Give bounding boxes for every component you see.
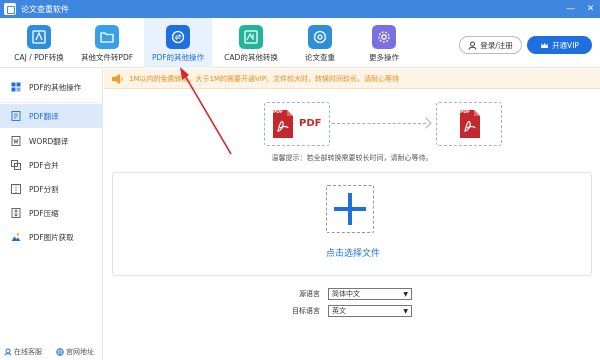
close-icon[interactable]: ✕ xyxy=(585,4,596,15)
source-doc-box: PDF PDF xyxy=(264,102,330,146)
sidebar-item-pdf-split[interactable]: PDF分割 xyxy=(0,177,103,201)
target-language-row: 目标语言 英文 ▼ xyxy=(282,305,412,317)
target-doc-box: PDF xyxy=(436,102,502,146)
tool-cad-convert[interactable]: CAD的其他转换 xyxy=(218,18,284,68)
sidebar-item-pdf-translate[interactable]: PDF翻译 xyxy=(0,104,103,128)
sidebar-footer: 在线客服 官网地址 xyxy=(4,347,94,357)
plus-icon xyxy=(334,193,366,225)
target-language-label: 目标语言 xyxy=(292,307,320,315)
sidebar-item-word-translate[interactable]: WORD翻译 xyxy=(0,129,103,153)
add-file-button[interactable] xyxy=(326,185,374,233)
notice-bar: 1M以内的免费转换，大于1M的需要开通VIP。文件较大时，转换时间较长，请耐心等… xyxy=(104,69,600,89)
flow-line xyxy=(332,123,426,124)
dropdown-arrow-icon: ▼ xyxy=(403,307,408,315)
crown-icon xyxy=(541,42,549,48)
cad-icon xyxy=(239,25,263,49)
tool-file-to-pdf[interactable]: 其他文件转PDF xyxy=(76,18,138,68)
compress-icon xyxy=(11,208,21,218)
tool-more[interactable]: 更多操作 xyxy=(358,18,410,68)
pdf-file-badge: PDF xyxy=(460,110,471,115)
at-icon xyxy=(308,25,332,49)
headset-icon xyxy=(4,348,12,356)
login-button[interactable]: 登录/注册 xyxy=(459,36,522,54)
website-link[interactable]: 官网地址 xyxy=(56,347,94,357)
dropdown-arrow-icon: ▼ xyxy=(403,290,408,298)
sidebar-header: PDF的其他操作 xyxy=(0,75,103,99)
app-title: 论文查重软件 xyxy=(21,4,69,14)
file-drop-zone[interactable]: 点击选择文件 xyxy=(112,172,592,276)
pdf-refresh-icon xyxy=(166,25,190,49)
pdf-word-label: PDF xyxy=(299,118,322,129)
gear-icon xyxy=(372,25,396,49)
tool-paper-check[interactable]: 论文查重 xyxy=(290,18,350,68)
pdf-caj-icon xyxy=(27,25,51,49)
sidebar-item-pdf-merge[interactable]: PDF合并 xyxy=(0,153,103,177)
pdf-translate-icon xyxy=(11,111,21,121)
merge-icon xyxy=(11,160,21,170)
sidebar-divider xyxy=(0,102,103,103)
vip-button[interactable]: 开通VIP xyxy=(527,36,592,54)
notice-text: 1M以内的免费转换，大于1M的需要开通VIP。文件较大时，转换时间较长，请耐心等… xyxy=(129,74,400,83)
app-logo-icon xyxy=(4,3,16,15)
main-toolbar: CAJ / PDF转换 其他文件转PDF PDF的其他操作 CAD的其他转换 论… xyxy=(0,18,600,68)
sidebar-item-pdf-compress[interactable]: PDF压缩 xyxy=(0,201,103,225)
tip-text: 温馨提示：若全部转换需要较长时间，请耐心等待。 xyxy=(271,154,433,162)
title-bar: 论文查重软件 — ✕ xyxy=(0,0,600,18)
flow-arrow-icon xyxy=(420,117,432,129)
target-language-select[interactable]: 英文 ▼ xyxy=(328,305,412,317)
grid-icon xyxy=(11,82,21,92)
pdf-file-badge: PDF xyxy=(273,110,284,115)
source-language-row: 源语言 简体中文 ▼ xyxy=(282,288,412,300)
folder-icon xyxy=(95,25,119,49)
tool-caj-pdf[interactable]: CAJ / PDF转换 xyxy=(8,18,70,68)
image-icon xyxy=(11,232,21,242)
megaphone-icon xyxy=(112,73,123,84)
source-language-label: 源语言 xyxy=(299,290,320,298)
tool-pdf-other[interactable]: PDF的其他操作 xyxy=(144,18,212,68)
select-file-label[interactable]: 点击选择文件 xyxy=(113,246,593,259)
online-service-link[interactable]: 在线客服 xyxy=(4,347,42,357)
globe-icon xyxy=(56,348,64,356)
source-language-select[interactable]: 简体中文 ▼ xyxy=(328,288,412,300)
sidebar-item-pdf-image[interactable]: PDF图片获取 xyxy=(0,225,103,249)
split-icon xyxy=(11,184,21,194)
minimize-icon[interactable]: — xyxy=(565,4,576,15)
window-controls: — ✕ xyxy=(565,0,596,18)
sidebar: PDF的其他操作 PDF翻译 WORD翻译 PDF合并 PDF分割 PDF压缩 xyxy=(0,69,103,360)
word-translate-icon xyxy=(11,136,21,146)
user-icon xyxy=(468,41,477,50)
